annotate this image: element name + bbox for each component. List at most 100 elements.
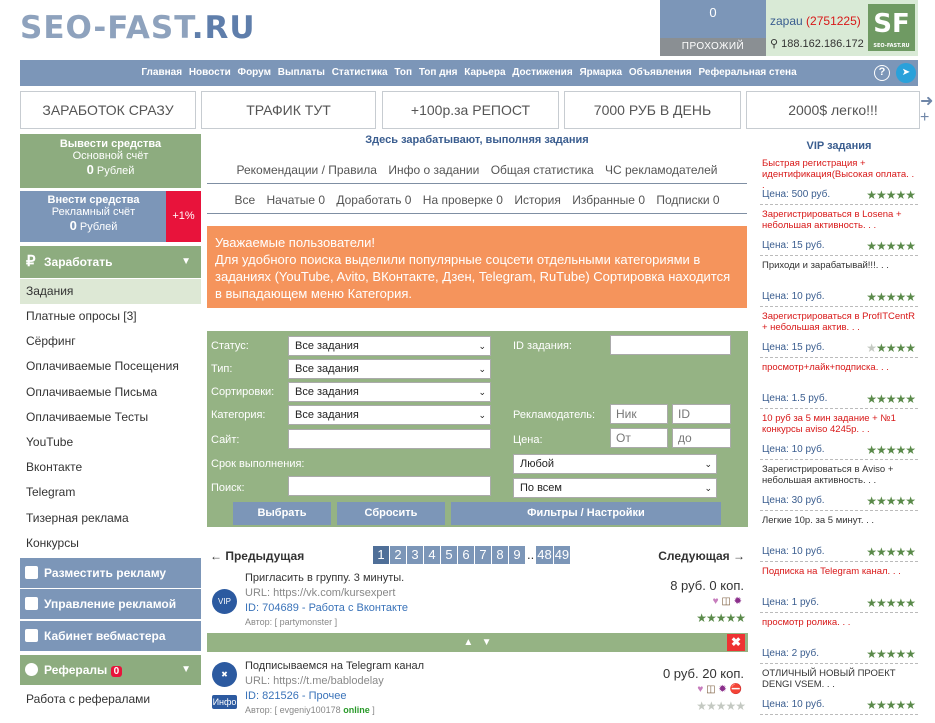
site-input[interactable] [288, 429, 491, 449]
nav-item-stats[interactable]: Статистика [332, 67, 388, 78]
page-7[interactable]: 7 [475, 546, 491, 564]
page-5[interactable]: 5 [441, 546, 457, 564]
tab-history[interactable]: История [514, 193, 561, 207]
vip-item-text[interactable]: 10 руб за 5 мин задание + №1 конкурсы av… [762, 413, 916, 435]
task-icons[interactable]: ♥ ◫ ✹ ⛔ [697, 684, 742, 695]
task-icons[interactable]: ♥ ◫ ✹ [713, 596, 742, 607]
tab-subscriptions[interactable]: Подписки 0 [656, 193, 719, 207]
menu-item-vk[interactable]: Вконтакте [20, 455, 201, 480]
menu-item-surfing[interactable]: Сёрфинг [20, 329, 201, 354]
price-to-input[interactable]: до [672, 428, 731, 448]
page-9[interactable]: 9 [509, 546, 525, 564]
site-logo[interactable]: SEO-FAST.RU [20, 10, 256, 46]
page-48[interactable]: 48 [536, 546, 553, 564]
heart-icon[interactable]: ♥ [697, 684, 703, 695]
vip-item[interactable]: ОТЛИЧНЫЙ НОВЫЙ ПРОЕКТ DENGI VSEM. . . Цен… [760, 665, 918, 715]
bug-icon[interactable]: ✹ [734, 596, 742, 607]
menu-item-telegram[interactable]: Telegram [20, 480, 201, 505]
arrow-down-icon[interactable]: ▼ [482, 637, 492, 648]
advertiser-id-input[interactable]: ID [672, 404, 731, 424]
task-author[interactable]: Автор: [ evgeniy100178 online ] [245, 705, 375, 715]
filters-settings-button[interactable]: Фильтры / Настройки [451, 502, 721, 525]
banner-3[interactable]: +100р.за РЕПОСТ [382, 91, 559, 129]
next-page-link[interactable]: Следующая → [658, 549, 745, 563]
banner-4[interactable]: 7000 РУБ В ДЕНЬ [564, 91, 741, 129]
banner-2[interactable]: ТРАФИК ТУТ [201, 91, 376, 129]
banner-5[interactable]: 2000$ легко!!! [746, 91, 920, 129]
plus-icon[interactable]: + [920, 110, 933, 126]
arrow-right-icon[interactable]: ➜ [920, 94, 933, 110]
task-id-input[interactable] [610, 335, 731, 355]
menu-item-tasks[interactable]: Задания [20, 279, 201, 304]
vip-item-text[interactable]: Подписка на Telegram канал. . . [762, 566, 916, 577]
user-name[interactable]: zapau (2751225) [770, 14, 861, 28]
bug-icon[interactable]: ✹ [718, 684, 726, 695]
arrow-up-icon[interactable]: ▲ [463, 637, 473, 648]
menu-item-letters[interactable]: Оплачиваемые Письма [20, 380, 201, 405]
task-id[interactable]: ID: 704689 - Работа с Вконтакте [245, 602, 408, 614]
advertiser-nick-input[interactable]: Ник [610, 404, 668, 424]
search-input[interactable] [288, 476, 491, 496]
withdraw-box[interactable]: Вывести средства Основной счёт 0 Рублей [20, 134, 201, 188]
trash-icon[interactable]: ◫ [706, 684, 715, 695]
tab-rework[interactable]: Доработать 0 [336, 193, 411, 207]
vip-item[interactable]: просмотр ролика. . . Цена: 2 руб. ★★★★★ [760, 614, 918, 664]
nav-item-ads[interactable]: Объявления [629, 67, 692, 78]
task-id[interactable]: ID: 821526 - Прочее [245, 690, 346, 702]
vip-item-text[interactable]: Зарегистрироваться в Losena + небольшая … [762, 209, 916, 231]
type-select[interactable]: Все задания ⌄ [288, 359, 491, 379]
task-expand-bar[interactable]: ▲ ▼ [207, 633, 748, 652]
subnav-task-info[interactable]: Инфо о задании [388, 163, 479, 177]
category-select[interactable]: Все задания ⌄ [288, 405, 491, 425]
help-icon[interactable]: ? [874, 65, 890, 81]
nav-item-ref-wall[interactable]: Реферальная стена [698, 67, 796, 78]
page-1[interactable]: 1 [373, 546, 389, 564]
vip-item[interactable]: Зарегистрироваться в Aviso + небольшая а… [760, 461, 918, 511]
tab-all[interactable]: Все [234, 193, 255, 207]
vip-item[interactable]: Подписка на Telegram канал. . . Цена: 1 р… [760, 563, 918, 613]
task-title[interactable]: Пригласить в группу. 3 минуты. [245, 572, 404, 584]
subnav-rules[interactable]: Рекомендации / Правила [237, 163, 377, 177]
vip-item[interactable]: просмотр+лайк+подписка. . . Цена: 1.5 руб… [760, 359, 918, 409]
nav-item-payouts[interactable]: Выплаты [278, 67, 325, 78]
reset-button[interactable]: Сбросить [337, 502, 445, 525]
vip-item[interactable]: Легкие 10р. за 5 минут. . . Цена: 10 руб.… [760, 512, 918, 562]
menu-item-youtube[interactable]: YouTube [20, 430, 201, 455]
vip-title[interactable]: VIP задания [760, 140, 918, 152]
page-6[interactable]: 6 [458, 546, 474, 564]
menu-item-tests[interactable]: Оплачиваемые Тесты [20, 405, 201, 430]
page-2[interactable]: 2 [390, 546, 406, 564]
trash-icon[interactable]: ◫ [721, 596, 730, 607]
webmaster-button[interactable]: Кабинет вебмастера [20, 621, 201, 651]
menu-item-surveys[interactable]: Платные опросы [3] [20, 304, 201, 329]
task-item[interactable]: ✖ Инфо Подписываемся на Telegram канал U… [207, 658, 748, 718]
vip-item[interactable]: Зарегистрироваться в ProfITCentR + небол… [760, 308, 918, 358]
menu-item-contests[interactable]: Конкурсы [20, 531, 201, 556]
search-scope-select[interactable]: По всем ⌄ [513, 478, 717, 498]
place-ad-button[interactable]: Разместить рекламу [20, 558, 201, 588]
vip-item[interactable]: Зарегистрироваться в Losena + небольшая … [760, 206, 918, 256]
vip-item-text[interactable]: Зарегистрироваться в ProfITCentR + небол… [762, 311, 916, 333]
banner-1[interactable]: ЗАРАБОТОК СРАЗУ [20, 91, 196, 129]
term-select[interactable]: Любой ⌄ [513, 454, 717, 474]
subnav-blacklist[interactable]: ЧС рекламодателей [605, 163, 718, 177]
vip-item-text[interactable]: просмотр ролика. . . [762, 617, 916, 628]
task-author[interactable]: Автор: [ partymonster ] [245, 617, 337, 627]
nav-item-forum[interactable]: Форум [238, 67, 271, 78]
nav-item-top-day[interactable]: Топ дня [419, 67, 458, 78]
tab-checking[interactable]: На проверке 0 [423, 193, 503, 207]
nav-item-home[interactable]: Главная [141, 67, 182, 78]
nav-item-career[interactable]: Карьера [464, 67, 505, 78]
earn-menu-header[interactable]: ₽ Заработать ▼ [20, 246, 201, 278]
page-8[interactable]: 8 [492, 546, 508, 564]
menu-item-visits[interactable]: Оплачиваемые Посещения [20, 354, 201, 379]
menu-item-ref-work[interactable]: Работа с рефералами [20, 687, 201, 712]
page-4[interactable]: 4 [424, 546, 440, 564]
referrals-button[interactable]: Рефералы 0 ▼ [20, 655, 201, 685]
subnav-stats[interactable]: Общая статистика [491, 163, 594, 177]
sf-logo[interactable]: SF SEO-FAST.RU [868, 4, 915, 51]
tab-favorites[interactable]: Избранные 0 [572, 193, 645, 207]
menu-item-teaser[interactable]: Тизерная реклама [20, 506, 201, 531]
page-49[interactable]: 49 [553, 546, 571, 564]
deposit-box[interactable]: Внести средства Рекламный счёт 0 Рублей [20, 191, 167, 242]
